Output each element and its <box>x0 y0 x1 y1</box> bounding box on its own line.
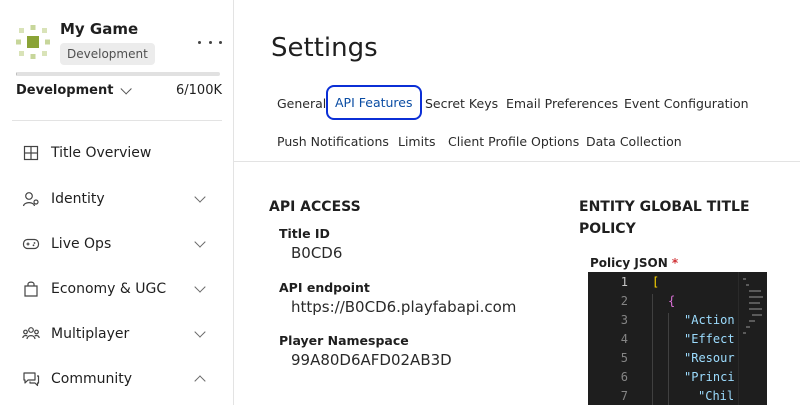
code-line: "Chil <box>698 389 735 403</box>
sidebar-item-label: Title Overview <box>51 145 152 161</box>
chevron-down-icon <box>120 82 133 95</box>
gamepad-icon <box>22 238 40 250</box>
sidebar-item-label: Identity <box>51 191 105 207</box>
policy-json-label: Policy JSON * <box>590 256 678 270</box>
tab-email-preferences[interactable]: Email Preferences <box>506 96 618 111</box>
sidebar-item-label: Economy & UGC <box>51 281 167 297</box>
identity-icon <box>22 192 39 207</box>
environment-dropdown-label: Development <box>16 83 114 98</box>
editor-minimap[interactable] <box>738 272 767 405</box>
sidebar-item-identity[interactable]: Identity <box>0 179 233 219</box>
sidebar-divider <box>12 120 222 121</box>
environment-badge: Development <box>60 43 155 65</box>
api-endpoint-value: https://B0CD6.playfabapi.com <box>291 298 517 316</box>
tab-push-notifications[interactable]: Push Notifications <box>277 134 389 149</box>
minimap-line <box>749 302 760 304</box>
sidebar-item-label: Multiplayer <box>51 326 130 342</box>
economy-icon <box>24 281 38 297</box>
minimap-line <box>746 284 749 286</box>
player-namespace-label: Player Namespace <box>279 333 409 348</box>
minimap-line <box>749 290 761 292</box>
policy-json-label-text: Policy JSON <box>590 256 668 270</box>
minimap-line <box>749 308 762 310</box>
line-number: 2 <box>620 294 628 308</box>
environment-row: Development 6/100K <box>16 82 222 103</box>
line-number: 7 <box>620 389 628 403</box>
line-number: 4 <box>620 332 628 346</box>
sidebar: My Game Development Development 6/100K T… <box>0 0 234 405</box>
entity-policy-heading: ENTITY GLOBAL TITLE POLICY <box>579 199 750 237</box>
line-number: 5 <box>620 351 628 365</box>
sidebar-item-label: Community <box>51 371 133 387</box>
minimap-line <box>749 320 755 322</box>
code-line: { <box>668 294 676 308</box>
code-line: "Resour <box>684 351 735 365</box>
minimap-line <box>743 278 746 280</box>
tab-data-collection[interactable]: Data Collection <box>586 134 682 149</box>
api-access-heading: API ACCESS <box>269 199 361 215</box>
sidebar-item-multiplayer[interactable]: Multiplayer <box>0 314 233 354</box>
line-number: 1 <box>620 275 628 289</box>
multiplayer-icon <box>22 327 40 340</box>
tab-api-features[interactable]: API Features <box>326 85 422 120</box>
chevron-down-icon <box>194 190 206 203</box>
code-line: "Effect <box>684 332 735 346</box>
code-line: "Princi <box>684 370 735 384</box>
line-number: 6 <box>620 370 628 384</box>
tab-limits[interactable]: Limits <box>398 134 436 149</box>
grid-icon <box>23 145 39 161</box>
minimap-line <box>746 326 750 328</box>
main-content: Settings General API Features Secret Key… <box>234 0 800 405</box>
title-id-label: Title ID <box>279 226 330 241</box>
usage-progress-bar <box>16 72 220 76</box>
policy-json-editor[interactable]: 1 2 3 4 5 6 7 [ { "Action "Effect "Resou… <box>588 272 767 405</box>
editor-gutter: 1 2 3 4 5 6 7 <box>588 272 640 405</box>
game-name[interactable]: My Game <box>60 20 138 38</box>
required-indicator: * <box>671 256 679 270</box>
tab-general[interactable]: General <box>277 96 326 111</box>
more-options-icon[interactable] <box>198 32 222 52</box>
minimap-line <box>743 332 746 334</box>
game-logo-icon <box>16 25 50 59</box>
sidebar-item-economy-ugc[interactable]: Economy & UGC <box>0 269 233 309</box>
tab-secret-keys[interactable]: Secret Keys <box>425 96 498 111</box>
line-number: 3 <box>620 313 628 327</box>
sidebar-item-title-overview[interactable]: Title Overview <box>0 133 233 173</box>
indent-guide <box>652 294 653 405</box>
tab-event-configuration[interactable]: Event Configuration <box>624 96 749 111</box>
chevron-down-icon <box>194 280 206 293</box>
environment-dropdown[interactable]: Development <box>16 82 133 98</box>
minimap-line <box>752 314 762 316</box>
usage-count: 6/100K <box>176 83 222 98</box>
page-title: Settings <box>271 33 378 63</box>
chevron-up-icon <box>194 374 206 387</box>
code-line: [ <box>652 275 660 289</box>
sidebar-item-label: Live Ops <box>51 236 112 252</box>
chevron-down-icon <box>194 325 206 338</box>
sidebar-item-community[interactable]: Community <box>0 359 233 399</box>
minimap-line <box>749 296 763 298</box>
sidebar-item-live-ops[interactable]: Live Ops <box>0 224 233 264</box>
player-namespace-value: 99A80D6AFD02AB3D <box>291 351 452 369</box>
usage-progress-fill <box>16 72 18 76</box>
game-header: My Game Development <box>0 0 234 72</box>
tabs-divider <box>234 161 800 162</box>
api-endpoint-label: API endpoint <box>279 280 370 295</box>
title-id-value: B0CD6 <box>291 244 343 262</box>
chevron-down-icon <box>194 235 206 248</box>
code-line: "Action <box>684 313 735 327</box>
tab-client-profile-options[interactable]: Client Profile Options <box>448 134 579 149</box>
indent-guide <box>668 313 669 405</box>
community-icon <box>23 372 40 387</box>
